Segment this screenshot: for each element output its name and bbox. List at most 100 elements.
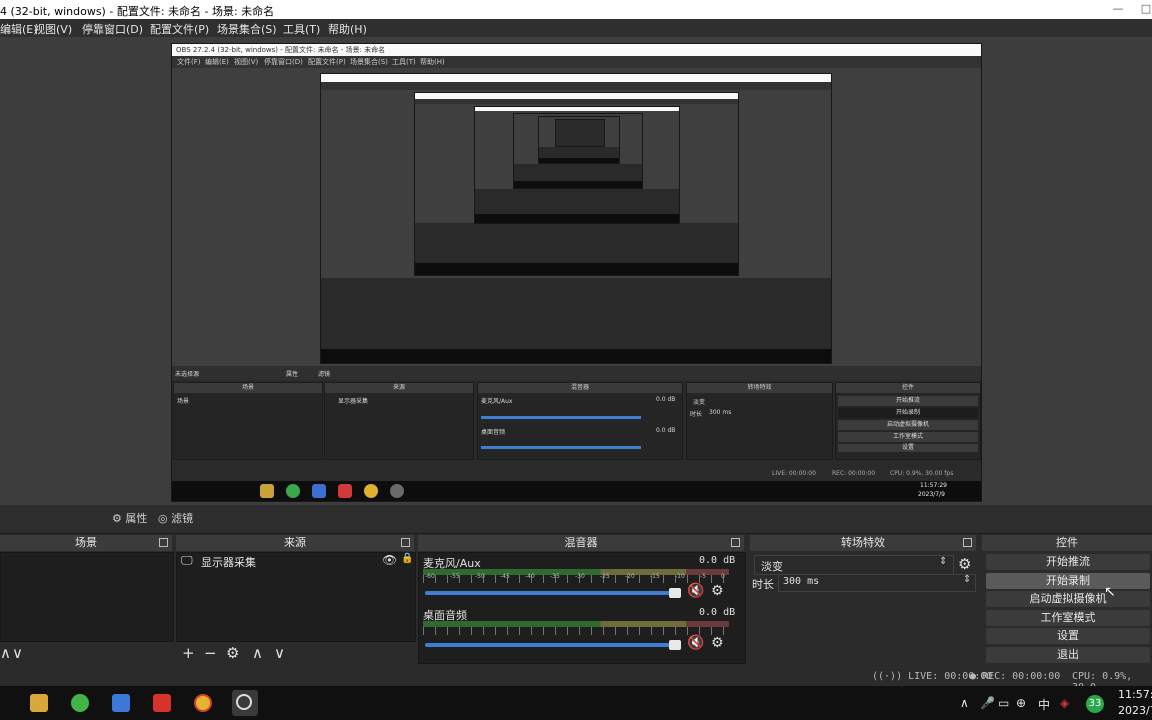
settings-button[interactable]: 设置 bbox=[986, 628, 1150, 644]
microphone-icon[interactable]: 🎤 bbox=[980, 696, 995, 710]
menu-view[interactable]: 视图(V) bbox=[34, 21, 72, 37]
menu-edit[interactable]: 编辑(E) bbox=[0, 21, 38, 37]
network-icon[interactable]: ⊕ bbox=[1016, 696, 1026, 710]
undock-icon[interactable] bbox=[963, 538, 972, 547]
ime-indicator[interactable]: 中 bbox=[1038, 696, 1050, 713]
mic-volume-knob[interactable] bbox=[669, 588, 681, 598]
preview-canvas[interactable]: OBS 27.2.4 (32-bit, windows) - 配置文件: 未命名… bbox=[0, 37, 1152, 505]
mic-volume-slider[interactable] bbox=[425, 591, 681, 595]
undock-icon[interactable] bbox=[731, 538, 740, 547]
mirror-status-cpu: CPU: 0.9%, 30.00 fps bbox=[890, 470, 954, 477]
mirror-window-2 bbox=[320, 73, 832, 364]
status-bar: ((·)) LIVE: 00:00:00 ● REC: 00:00:00 CPU… bbox=[0, 668, 1152, 693]
mirror-controls-panel: 控件 开始推流 开始录制 启动虚拟摄像机 工作室模式 设置 bbox=[835, 382, 981, 460]
controls-header: 控件 bbox=[982, 535, 1152, 551]
mirror-mixer-header: 混音器 bbox=[478, 383, 682, 393]
move-down-icon[interactable]: ∨ bbox=[274, 644, 285, 662]
mirror-clock-date: 2023/7/9 bbox=[918, 491, 945, 498]
sources-list[interactable]: 🖵 显示器采集 👁 🔒 bbox=[176, 552, 416, 642]
antivirus-icon[interactable]: ◈ bbox=[1060, 696, 1069, 710]
menu-tools[interactable]: 工具(T) bbox=[283, 21, 320, 37]
chrome-icon[interactable] bbox=[194, 694, 212, 712]
mixer-body: 麦克风/Aux 0.0 dB -60 -55 -50 -45 -40 -35 -… bbox=[418, 552, 746, 664]
desktop-volume-knob[interactable] bbox=[669, 640, 681, 650]
mirror-menu-item: 文件(F) bbox=[177, 58, 201, 66]
file-explorer-icon[interactable] bbox=[30, 694, 48, 712]
move-up-icon[interactable]: ∧ bbox=[0, 644, 11, 662]
start-recording-button[interactable]: 开始录制 bbox=[986, 573, 1150, 589]
mute-speaker-icon[interactable]: 🔇 bbox=[687, 635, 704, 651]
mirror-transitions-panel: 转场特效 淡变 时长 300 ms bbox=[686, 382, 833, 460]
mirror-window-5 bbox=[513, 113, 643, 189]
obs-taskbar-button[interactable] bbox=[232, 690, 258, 716]
title-bar: 4 (32-bit, windows) - 配置文件: 未命名 - 场景: 未命… bbox=[0, 0, 1152, 19]
desktop-volume-slider[interactable] bbox=[425, 643, 681, 647]
mirror-source-item: 显示器采集 bbox=[338, 398, 369, 405]
minimize-button[interactable]: — bbox=[1108, 2, 1128, 16]
menu-help[interactable]: 帮助(H) bbox=[328, 21, 367, 37]
wps-icon[interactable] bbox=[153, 694, 171, 712]
mirror-scenes-header: 场景 bbox=[174, 383, 322, 393]
mirror-menu-item: 工具(T) bbox=[392, 58, 416, 66]
filters-label: 滤镜 bbox=[171, 512, 194, 525]
clock-time[interactable]: 11:57:2 bbox=[1118, 688, 1152, 701]
mirror-menu-item: 场景集合(S) bbox=[350, 58, 388, 66]
battery-icon[interactable]: ▭ bbox=[998, 696, 1009, 710]
mirror-scene-item: 场景 bbox=[177, 398, 190, 405]
menu-profile[interactable]: 配置文件(P) bbox=[150, 21, 209, 37]
mirror-fade: 淡变 bbox=[693, 399, 706, 406]
gear-icon[interactable]: ⚙ bbox=[226, 644, 239, 662]
lock-icon[interactable]: 🔒 bbox=[401, 553, 413, 564]
properties-label: 属性 bbox=[125, 512, 148, 525]
mic-tick-labels: -60 -55 -50 -45 -40 -35 -30 -25 -20 -15 … bbox=[425, 573, 725, 580]
chevron-up-icon[interactable]: ∧ bbox=[960, 696, 969, 710]
desktop-meter-ticks bbox=[423, 627, 729, 635]
transition-select[interactable]: 淡变 ⇕ bbox=[754, 555, 954, 575]
move-down-icon[interactable]: ∨ bbox=[12, 644, 23, 662]
notification-badge[interactable]: 33 bbox=[1086, 695, 1104, 713]
eye-icon[interactable]: 👁 bbox=[382, 553, 397, 567]
gear-icon[interactable]: ⚙ bbox=[711, 583, 724, 599]
undock-icon[interactable] bbox=[401, 538, 410, 547]
window-title: 4 (32-bit, windows) - 配置文件: 未命名 - 场景: 未命… bbox=[0, 5, 275, 18]
rec-status: ● REC: 00:00:00 bbox=[970, 671, 1061, 682]
menu-docks[interactable]: 停靠窗口(D) bbox=[82, 21, 143, 37]
properties-button[interactable]: ⚙ 属性 bbox=[112, 509, 147, 529]
wechat-icon[interactable] bbox=[71, 694, 89, 712]
mirror-studio-mode: 工作室模式 bbox=[838, 432, 978, 442]
start-virtual-camera-button[interactable]: 启动虚拟摄像机 bbox=[986, 591, 1150, 607]
spin-icon: ⇕ bbox=[939, 556, 948, 567]
mirror-mic-db: 0.0 dB bbox=[656, 396, 676, 403]
app-icon[interactable] bbox=[112, 694, 130, 712]
mirror-window-7 bbox=[555, 119, 605, 147]
maximize-button[interactable]: □ bbox=[1136, 2, 1152, 16]
gear-icon[interactable]: ⚙ bbox=[958, 555, 971, 573]
add-icon[interactable]: + bbox=[182, 644, 195, 662]
mirror-filterbar: 未选择源 属性 滤镜 bbox=[172, 366, 981, 380]
filters-button[interactable]: ◎ 滤镜 bbox=[158, 509, 193, 529]
mixer-header: 混音器 bbox=[418, 535, 744, 551]
undock-icon[interactable] bbox=[159, 538, 168, 547]
mirror-start-stream: 开始推流 bbox=[838, 396, 978, 406]
mirror-sources-panel: 来源 显示器采集 bbox=[324, 382, 474, 460]
mirror-transitions-header: 转场特效 bbox=[687, 383, 832, 393]
mirror-window-3 bbox=[414, 92, 739, 276]
studio-mode-button[interactable]: 工作室模式 bbox=[986, 610, 1150, 626]
clock-date[interactable]: 2023/7 bbox=[1118, 704, 1152, 717]
transitions-title: 转场特效 bbox=[841, 536, 885, 549]
menu-scene-collection[interactable]: 场景集合(S) bbox=[217, 21, 277, 37]
scenes-list[interactable] bbox=[0, 552, 174, 642]
start-streaming-button[interactable]: 开始推流 bbox=[986, 554, 1150, 570]
exit-button[interactable]: 退出 bbox=[986, 647, 1150, 663]
move-up-icon[interactable]: ∧ bbox=[252, 644, 263, 662]
mute-speaker-icon[interactable]: 🔇 bbox=[687, 583, 704, 599]
remove-icon[interactable]: − bbox=[204, 644, 217, 662]
mirror-clock-time: 11:57:29 bbox=[920, 482, 947, 489]
mirror-duration: 300 ms bbox=[709, 409, 732, 416]
source-item[interactable]: 🖵 显示器采集 👁 🔒 bbox=[177, 553, 415, 569]
spin-icon[interactable]: ⇕ bbox=[963, 574, 971, 585]
rec-status-text: REC: 00:00:00 bbox=[982, 671, 1061, 682]
gear-icon[interactable]: ⚙ bbox=[711, 635, 724, 651]
menu-bar: 编辑(E) 视图(V) 停靠窗口(D) 配置文件(P) 场景集合(S) 工具(T… bbox=[0, 19, 1152, 38]
duration-spinbox[interactable]: 300 ms ⇕ bbox=[778, 574, 976, 592]
